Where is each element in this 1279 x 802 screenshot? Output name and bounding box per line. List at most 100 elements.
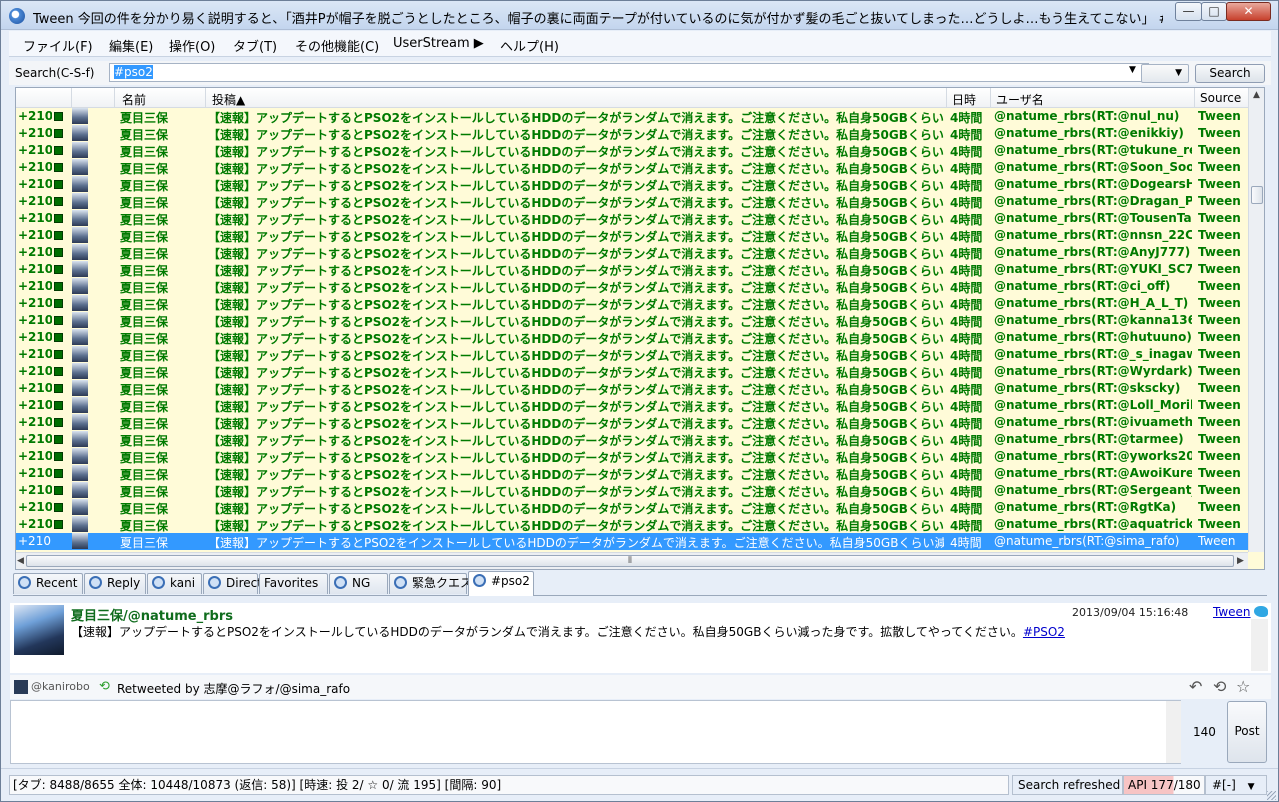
avatar[interactable] (72, 363, 88, 379)
scroll-thumb[interactable] (1251, 186, 1263, 204)
minimize-button[interactable]: — (1175, 2, 1202, 21)
table-row[interactable]: +210 夏目三保 【速報】アップデートするとPSO2をインストールしているHDDの… (16, 533, 1248, 550)
column-source[interactable]: Source (1200, 91, 1241, 105)
table-row[interactable]: +210 夏目三保 【速報】アップデートするとPSO2をインストールしているHDDの… (16, 244, 1248, 261)
tab-recent[interactable]: Recent (13, 573, 83, 594)
tab-pso2[interactable]: #pso2 (468, 571, 534, 596)
avatar[interactable] (72, 159, 88, 175)
hashtag-link[interactable]: #PSO2 (1023, 625, 1065, 639)
avatar[interactable] (72, 533, 88, 549)
avatar[interactable] (72, 108, 88, 124)
menu-userstream[interactable]: UserStream ▶ (393, 36, 484, 51)
table-row[interactable]: +210 夏目三保 【速報】アップデートするとPSO2をインストールしているHDDの… (16, 397, 1248, 414)
avatar[interactable] (72, 261, 88, 277)
avatar[interactable] (72, 176, 88, 192)
column-time[interactable]: 日時 (952, 91, 976, 108)
search-language-select[interactable]: ▼ (1141, 64, 1189, 83)
avatar[interactable] (72, 499, 88, 515)
avatar[interactable] (72, 448, 88, 464)
scroll-up-icon[interactable]: ▲ (1253, 90, 1260, 100)
table-row[interactable]: +210 夏目三保 【速報】アップデートするとPSO2をインストールしているHDDの… (16, 380, 1248, 397)
avatar[interactable] (72, 278, 88, 294)
menu-file[interactable]: ファイル(F) (23, 36, 93, 55)
reply-icon[interactable]: ↶ (1189, 677, 1202, 696)
avatar[interactable] (72, 244, 88, 260)
table-row[interactable]: +210 夏目三保 【速報】アップデートするとPSO2をインストールしているHDDの… (16, 227, 1248, 244)
table-row[interactable]: +210 夏目三保 【速報】アップデートするとPSO2をインストールしているHDDの… (16, 125, 1248, 142)
table-row[interactable]: +210 夏目三保 【速報】アップデートするとPSO2をインストールしているHDDの… (16, 278, 1248, 295)
detail-user-name[interactable]: 夏目三保/@natume_rbrs (71, 605, 233, 624)
avatar[interactable] (72, 142, 88, 158)
search-input[interactable]: #pso2 (109, 63, 1149, 82)
avatar[interactable] (72, 346, 88, 362)
table-row[interactable]: +210 夏目三保 【速報】アップデートするとPSO2をインストールしているHDDの… (16, 142, 1248, 159)
retweeted-by-label[interactable]: Retweeted by 志摩@ラフォ/@sima_rafo (117, 680, 350, 697)
table-row[interactable]: +210 夏目三保 【速報】アップデートするとPSO2をインストールしているHDDの… (16, 193, 1248, 210)
scroll-right-icon[interactable]: ▶ (1237, 556, 1244, 566)
table-row[interactable]: +210 夏目三保 【速報】アップデートするとPSO2をインストールしているHDDの… (16, 431, 1248, 448)
tab-reply[interactable]: Reply (84, 573, 146, 594)
table-row[interactable]: +210 夏目三保 【速報】アップデートするとPSO2をインストールしているHDDの… (16, 295, 1248, 312)
table-row[interactable]: +210 夏目三保 【速報】アップデートするとPSO2をインストールしているHDDの… (16, 414, 1248, 431)
column-user[interactable]: ユーザ名 (996, 91, 1044, 108)
menu-operation[interactable]: 操作(O) (169, 36, 215, 55)
search-button[interactable]: Search (1195, 64, 1265, 83)
avatar[interactable] (72, 431, 88, 447)
detail-avatar[interactable] (14, 605, 64, 655)
tweet-compose-input[interactable] (10, 700, 1181, 764)
table-row[interactable]: +210 夏目三保 【速報】アップデートするとPSO2をインストールしているHDDの… (16, 448, 1248, 465)
table-row[interactable]: +210 夏目三保 【速報】アップデートするとPSO2をインストールしているHDDの… (16, 312, 1248, 329)
vertical-scrollbar[interactable]: ▲ (1248, 88, 1264, 552)
compose-scrollbar[interactable] (1166, 701, 1181, 763)
table-row[interactable]: +210 夏目三保 【速報】アップデートするとPSO2をインストールしているHDDの… (16, 346, 1248, 363)
menu-edit[interactable]: 編集(E) (109, 36, 153, 55)
avatar[interactable] (72, 125, 88, 141)
tab-kani[interactable]: kani (147, 573, 202, 594)
chevron-down-icon[interactable]: ▼ (1129, 65, 1136, 75)
menu-other[interactable]: その他機能(C) (295, 36, 379, 55)
avatar[interactable] (72, 414, 88, 430)
favorite-star-icon[interactable]: ☆ (1236, 677, 1250, 696)
close-button[interactable]: ✕ (1226, 2, 1271, 21)
avatar[interactable] (72, 516, 88, 532)
table-row[interactable]: +210 夏目三保 【速報】アップデートするとPSO2をインストールしているHDDの… (16, 465, 1248, 482)
table-row[interactable]: +210 夏目三保 【速報】アップデートするとPSO2をインストールしているHDDの… (16, 363, 1248, 380)
detail-source-link[interactable]: Tween (1213, 605, 1251, 619)
table-row[interactable]: +210 夏目三保 【速報】アップデートするとPSO2をインストールしているHDDの… (16, 499, 1248, 516)
maximize-button[interactable]: □ (1201, 2, 1227, 21)
avatar[interactable] (72, 193, 88, 209)
resize-grip[interactable] (1267, 791, 1276, 800)
avatar[interactable] (72, 397, 88, 413)
avatar[interactable] (72, 312, 88, 328)
avatar[interactable] (72, 295, 88, 311)
scroll-left-icon[interactable]: ◀ (17, 556, 24, 566)
table-row[interactable]: +210 夏目三保 【速報】アップデートするとPSO2をインストールしているHDDの… (16, 261, 1248, 278)
column-post[interactable]: 投稿▲ (212, 91, 245, 108)
table-row[interactable]: +210 夏目三保 【速報】アップデートするとPSO2をインストールしているHDDの… (16, 176, 1248, 193)
table-row[interactable]: +210 夏目三保 【速報】アップデートするとPSO2をインストールしているHDDの… (16, 329, 1248, 346)
menu-tab[interactable]: タブ(T) (233, 36, 277, 55)
avatar[interactable] (72, 380, 88, 396)
table-row[interactable]: +210 夏目三保 【速報】アップデートするとPSO2をインストールしているHDDの… (16, 210, 1248, 227)
tab-emergency-quest[interactable]: 緊急クエスト (389, 573, 484, 594)
horizontal-scroll-thumb[interactable]: ⦀ (26, 555, 1234, 567)
retweet-action-icon[interactable]: ⟲ (1213, 677, 1226, 696)
list-selector[interactable]: #[-] ▼ (1205, 775, 1267, 795)
table-row[interactable]: +210 夏目三保 【速報】アップデートするとPSO2をインストールしているHDDの… (16, 108, 1248, 125)
horizontal-scrollbar[interactable]: ◀ ⦀ ▶ (16, 552, 1248, 569)
table-row[interactable]: +210 夏目三保 【速報】アップデートするとPSO2をインストールしているHDDの… (16, 516, 1248, 533)
detail-scrollbar[interactable] (1251, 619, 1268, 671)
tab-ng[interactable]: NG (329, 573, 388, 594)
avatar[interactable] (72, 482, 88, 498)
avatar[interactable] (72, 210, 88, 226)
table-row[interactable]: +210 夏目三保 【速報】アップデートするとPSO2をインストールしているHDDの… (16, 482, 1248, 499)
menu-help[interactable]: ヘルプ(H) (500, 36, 559, 55)
column-name[interactable]: 名前 (122, 91, 146, 108)
post-button[interactable]: Post (1227, 701, 1267, 763)
tab-favorites[interactable]: Favorites (259, 573, 328, 594)
avatar[interactable] (72, 227, 88, 243)
table-row[interactable]: +210 夏目三保 【速報】アップデートするとPSO2をインストールしているHDDの… (16, 159, 1248, 176)
tab-direct[interactable]: Direct (203, 573, 262, 594)
avatar[interactable] (72, 465, 88, 481)
avatar[interactable] (72, 329, 88, 345)
